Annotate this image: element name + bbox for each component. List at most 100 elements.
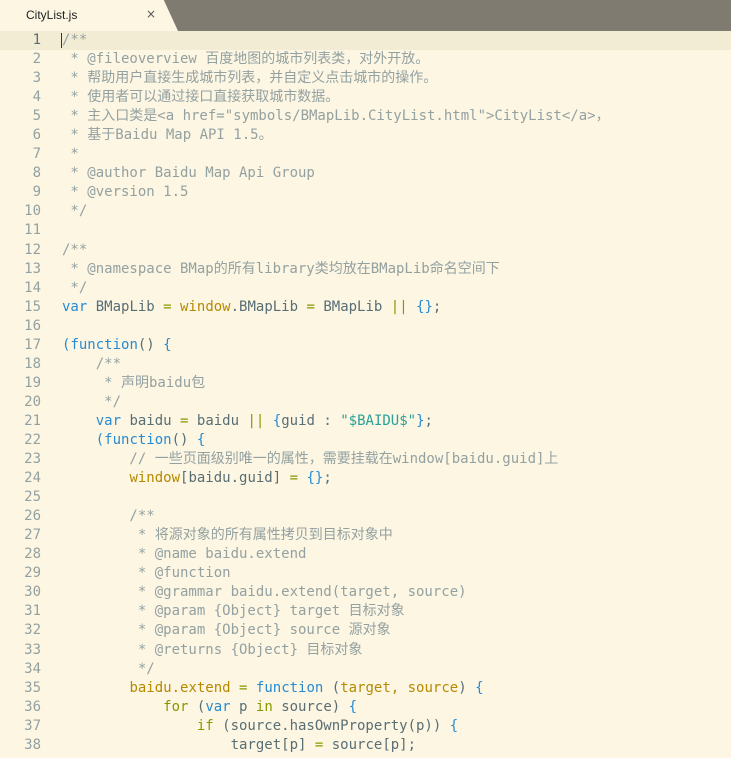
code-token: /**: [62, 355, 122, 372]
code-line[interactable]: 5 * 主入口类是<a href="symbols/BMapLib.CityLi…: [0, 107, 731, 126]
code-text: */: [62, 393, 121, 412]
code-token: ): [458, 679, 476, 696]
code-token: * 使用者可以通过接口直接获取城市数据。: [62, 89, 340, 106]
code-token: {: [348, 698, 358, 715]
code-line[interactable]: 27 * 将源对象的所有属性拷贝到目标对象中: [0, 526, 731, 545]
code-line[interactable]: 6 * 基于Baidu Map API 1.5。: [0, 126, 731, 145]
code-text: * 主入口类是<a href="symbols/BMapLib.CityList…: [62, 107, 610, 126]
code-text: * @grammar baidu.extend(target, source): [62, 583, 467, 602]
code-line[interactable]: 3 * 帮助用户直接生成城市列表，并自定义点击城市的操作。: [0, 69, 731, 88]
line-number: 34: [24, 660, 41, 677]
code-text: if (source.hasOwnProperty(p)) {: [62, 717, 458, 736]
code-token: ;: [432, 298, 442, 315]
code-line[interactable]: 10 */: [0, 202, 731, 221]
code-line[interactable]: 21 var baidu = baidu || {guid : "$BAIDU$…: [0, 412, 731, 431]
code-token: window: [129, 470, 181, 487]
code-token: }: [416, 412, 425, 429]
code-text: /**: [62, 241, 87, 260]
code-text: baidu.extend = function (target, source)…: [62, 679, 483, 698]
code-text: target[p] = source[p];: [62, 736, 416, 755]
code-token: * @fileoverview 百度地图的城市列表类，对外开放。: [62, 51, 430, 68]
code-line[interactable]: 29 * @function: [0, 564, 731, 583]
code-text: * @function: [62, 564, 231, 583]
code-text: *: [62, 145, 78, 164]
code-line[interactable]: 12 /**: [0, 241, 731, 260]
code-token: * 主入口类是<a href="symbols/BMapLib.CityList…: [62, 108, 610, 125]
code-line[interactable]: 26 /**: [0, 507, 731, 526]
code-line[interactable]: 14 */: [0, 279, 731, 298]
code-line[interactable]: 32 * @param {Object} source 源对象: [0, 621, 731, 640]
code-editor[interactable]: 1 /** 2 * @fileoverview 百度地图的城市列表类，对外开放。 3 …: [0, 31, 731, 758]
code-line[interactable]: 22 (function() {: [0, 431, 731, 450]
code-token: */: [62, 660, 155, 677]
code-line[interactable]: 4 * 使用者可以通过接口直接获取城市数据。: [0, 88, 731, 107]
code-token: */: [62, 203, 88, 220]
code-line[interactable]: 2 * @fileoverview 百度地图的城市列表类，对外开放。: [0, 50, 731, 69]
code-token: ;: [323, 470, 332, 487]
code-line[interactable]: 13 * @namespace BMap的所有library类均放在BMapLi…: [0, 260, 731, 279]
code-line[interactable]: 34 */: [0, 660, 731, 679]
code-line[interactable]: 38 target[p] = source[p];: [0, 736, 731, 755]
code-token: * 将源对象的所有属性拷贝到目标对象中: [62, 527, 393, 544]
code-line[interactable]: 9 * @version 1.5: [0, 183, 731, 202]
line-number: 25: [24, 489, 41, 506]
line-number: 28: [24, 546, 41, 563]
code-text: */: [62, 202, 87, 221]
code-line[interactable]: 17 (function() {: [0, 336, 731, 355]
code-text: var baidu = baidu || {guid : "$BAIDU$"};: [62, 412, 433, 431]
line-number: 9: [32, 184, 41, 201]
code-line[interactable]: 20 */: [0, 393, 731, 412]
code-token: * @grammar baidu.extend(target, source): [62, 584, 467, 601]
code-line[interactable]: 1 /**: [0, 31, 731, 51]
code-line[interactable]: 7 *: [0, 145, 731, 164]
code-line[interactable]: 16: [0, 317, 731, 336]
code-line[interactable]: 23 // 一些页面级别唯一的属性，需要挂载在window[baidu.guid…: [0, 450, 731, 469]
line-number: 4: [32, 89, 41, 106]
code-token: // 一些页面级别唯一的属性，需要挂载在window[baidu.guid]上: [62, 451, 559, 468]
code-text: /**: [62, 507, 154, 526]
code-token: * @param {Object} source 源对象: [62, 622, 391, 639]
code-line[interactable]: 19 * 声明baidu包: [0, 374, 731, 393]
code-line[interactable]: 28 * @name baidu.extend: [0, 545, 731, 564]
code-token: guid :: [281, 412, 341, 429]
tab-bar: CityList.js ×: [0, 0, 731, 31]
code-token: var: [95, 412, 122, 429]
line-number: 19: [24, 374, 41, 391]
code-line[interactable]: 33 * @returns {Object} 目标对象: [0, 641, 731, 660]
code-token: ||: [390, 298, 408, 315]
code-line[interactable]: 15 var BMapLib = window.BMapLib = BMapLib…: [0, 298, 731, 317]
code-line[interactable]: 11: [0, 221, 731, 240]
code-line[interactable]: 35 baidu.extend = function (target, sour…: [0, 679, 731, 698]
line-number: 16: [24, 317, 41, 334]
code-line[interactable]: 31 * @param {Object} target 目标对象: [0, 602, 731, 621]
line-number: 37: [24, 717, 41, 734]
code-token: var: [62, 298, 88, 315]
text-cursor: [61, 33, 62, 48]
code-line[interactable]: 24 window[baidu.guid] = {};: [0, 469, 731, 488]
code-token: /**: [62, 32, 88, 48]
code-token: =: [163, 298, 172, 315]
code-token: */: [62, 279, 88, 296]
code-token: {}: [306, 470, 324, 487]
code-token: (): [137, 336, 164, 353]
code-line[interactable]: 25: [0, 488, 731, 507]
code-text: */: [62, 279, 87, 298]
code-line[interactable]: 36 for (var p in source) {: [0, 698, 731, 717]
code-line[interactable]: 30 * @grammar baidu.extend(target, sourc…: [0, 583, 731, 602]
line-number: 32: [24, 622, 41, 639]
tab-citylist[interactable]: CityList.js ×: [0, 0, 178, 31]
code-line[interactable]: 37 if (source.hasOwnProperty(p)) {: [0, 717, 731, 736]
code-token: .BMapLib: [230, 298, 307, 315]
code-token: if: [196, 717, 214, 734]
line-number: 23: [24, 451, 41, 468]
code-line[interactable]: 8 * @author Baidu Map Api Group: [0, 164, 731, 183]
code-text: (function() {: [62, 336, 172, 355]
code-line[interactable]: 18 /**: [0, 355, 731, 374]
close-icon[interactable]: ×: [146, 7, 156, 21]
code-token: BMapLib: [314, 298, 391, 315]
code-token: baidu.extend: [129, 679, 231, 696]
code-token: function: [255, 679, 324, 696]
code-text: * @param {Object} target 目标对象: [62, 602, 405, 621]
